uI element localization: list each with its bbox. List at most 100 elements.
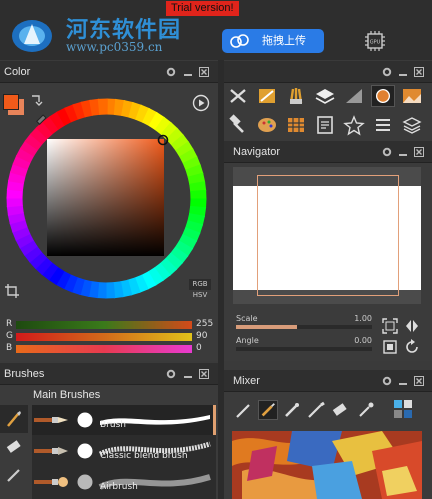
eraser-category-icon[interactable]	[4, 437, 24, 457]
hsv-mode-button[interactable]: HSV	[189, 290, 211, 301]
mixer-panel-header: Mixer	[224, 370, 432, 392]
hand-brushes-icon[interactable]	[284, 85, 308, 107]
mixer-brush-icon[interactable]	[234, 400, 254, 420]
navigator-panel-title: Navigator	[233, 146, 281, 158]
eyedropper-brush-icon[interactable]	[255, 85, 279, 107]
trial-badge: Trial version!	[166, 1, 239, 16]
angle-slider[interactable]	[236, 347, 372, 351]
minimize-icon[interactable]	[398, 147, 408, 157]
angle-value[interactable]: 0.00	[354, 336, 372, 345]
red-channel-value[interactable]: 255	[196, 319, 213, 329]
close-icon[interactable]	[414, 147, 424, 157]
minimize-icon[interactable]	[183, 67, 193, 77]
hammer-icon[interactable]	[226, 114, 250, 136]
brush-item[interactable]: Brush	[32, 405, 216, 435]
color-panel-header: Color	[0, 61, 218, 83]
rgb-mode-button[interactable]: RGB	[189, 279, 211, 290]
mixer-panel-title: Mixer	[233, 375, 260, 387]
color-wheel[interactable]	[4, 96, 209, 301]
mixer-smear-icon[interactable]	[282, 400, 302, 420]
minimize-icon[interactable]	[398, 67, 408, 77]
pencil-category-icon[interactable]	[4, 465, 24, 485]
mixer-eyedropper-icon[interactable]	[356, 400, 376, 420]
mixer-eraser-icon[interactable]	[330, 400, 350, 420]
hue-ring-segment	[97, 98, 108, 115]
mixer-swatches-icon[interactable]	[394, 400, 412, 418]
tools-panel-header	[224, 61, 432, 83]
grid-icon[interactable]	[284, 114, 308, 136]
mixer-blend-brush-icon[interactable]	[258, 400, 278, 420]
gear-icon[interactable]	[382, 376, 392, 386]
top-bar: 河东软件园 www.pc0359.cn Trial version! 拖拽上传 …	[0, 0, 432, 60]
green-channel-slider[interactable]	[16, 333, 192, 341]
blue-channel-slider[interactable]	[16, 345, 192, 353]
play-circle-icon[interactable]	[192, 94, 210, 112]
red-channel-label: R	[6, 319, 13, 329]
layers-stack-icon[interactable]	[400, 114, 424, 136]
mixer-knife-icon[interactable]	[306, 400, 326, 420]
palette-icon[interactable]	[255, 114, 279, 136]
scale-slider-fill	[236, 325, 298, 329]
blue-channel-value[interactable]: 0	[196, 343, 202, 353]
scale-value[interactable]: 1.00	[354, 314, 372, 323]
watermark-url: www.pc0359.cn	[66, 40, 163, 54]
paintbrush-category-icon[interactable]	[4, 409, 24, 429]
reset-rotation-icon[interactable]	[404, 339, 420, 355]
close-icon[interactable]	[414, 376, 424, 386]
gear-icon[interactable]	[166, 369, 176, 379]
close-icon[interactable]	[414, 67, 424, 77]
navigator-panel-header: Navigator	[224, 141, 432, 163]
fit-screen-icon[interactable]	[382, 318, 398, 334]
color-panel: RGB HSV R 255 G 90 B 0	[0, 83, 218, 361]
hue-ring-segment	[105, 282, 116, 299]
hue-ring-segment	[190, 189, 207, 200]
airbrush-icon	[34, 477, 68, 487]
red-channel-row: R 255	[6, 319, 218, 330]
brush-item[interactable]: Airbrush	[32, 467, 216, 497]
brush-size-dot	[77, 474, 93, 490]
flip-horizontal-icon[interactable]	[404, 318, 420, 334]
star-icon[interactable]	[342, 114, 366, 136]
layers-icon[interactable]	[313, 85, 337, 107]
tools-panel	[224, 83, 432, 140]
minimize-icon[interactable]	[398, 376, 408, 386]
angle-label: Angle	[236, 336, 259, 345]
mixer-canvas[interactable]	[232, 431, 422, 499]
gpu-label: GPU	[370, 40, 381, 46]
upload-button[interactable]: 拖拽上传	[222, 29, 324, 53]
minimize-icon[interactable]	[183, 369, 193, 379]
scale-slider[interactable]	[236, 325, 372, 329]
brushes-panel: Main Brushes Brush Classic blend brush A…	[0, 385, 218, 499]
brush-size-dot	[77, 443, 93, 459]
red-channel-slider[interactable]	[16, 321, 192, 329]
selected-brush-indicator	[213, 405, 216, 435]
gradient-icon[interactable]	[342, 85, 366, 107]
navigator-preview[interactable]	[233, 167, 421, 304]
blue-channel-label: B	[6, 343, 13, 353]
green-channel-value[interactable]: 90	[196, 331, 207, 341]
gear-icon[interactable]	[382, 147, 392, 157]
list-icon[interactable]	[371, 114, 395, 136]
crop-icon[interactable]	[4, 283, 20, 299]
cloud-icon	[230, 34, 249, 48]
document-icon[interactable]	[313, 114, 337, 136]
gpu-icon[interactable]: GPU	[364, 30, 386, 52]
navigator-viewport[interactable]	[257, 175, 399, 296]
image-icon[interactable]	[400, 85, 424, 107]
brush-item[interactable]: Classic blend brush	[32, 436, 216, 466]
brush-size-dot	[77, 412, 93, 428]
classic-brush-icon	[34, 447, 68, 455]
brush-group-label[interactable]: Main Brushes	[33, 389, 100, 401]
gear-icon[interactable]	[382, 67, 392, 77]
gear-icon[interactable]	[166, 67, 176, 77]
brush-name: Classic blend brush	[100, 451, 188, 461]
scale-label: Scale	[236, 314, 258, 323]
close-icon[interactable]	[199, 369, 209, 379]
close-icon[interactable]	[199, 67, 209, 77]
actual-size-icon[interactable]	[382, 339, 398, 355]
pan-tool-icon[interactable]	[226, 85, 250, 107]
color-circle-icon[interactable]	[371, 85, 395, 107]
brush-tool-icon	[34, 417, 68, 423]
brush-name: Brush	[100, 420, 126, 430]
green-channel-row: G 90	[6, 331, 218, 342]
